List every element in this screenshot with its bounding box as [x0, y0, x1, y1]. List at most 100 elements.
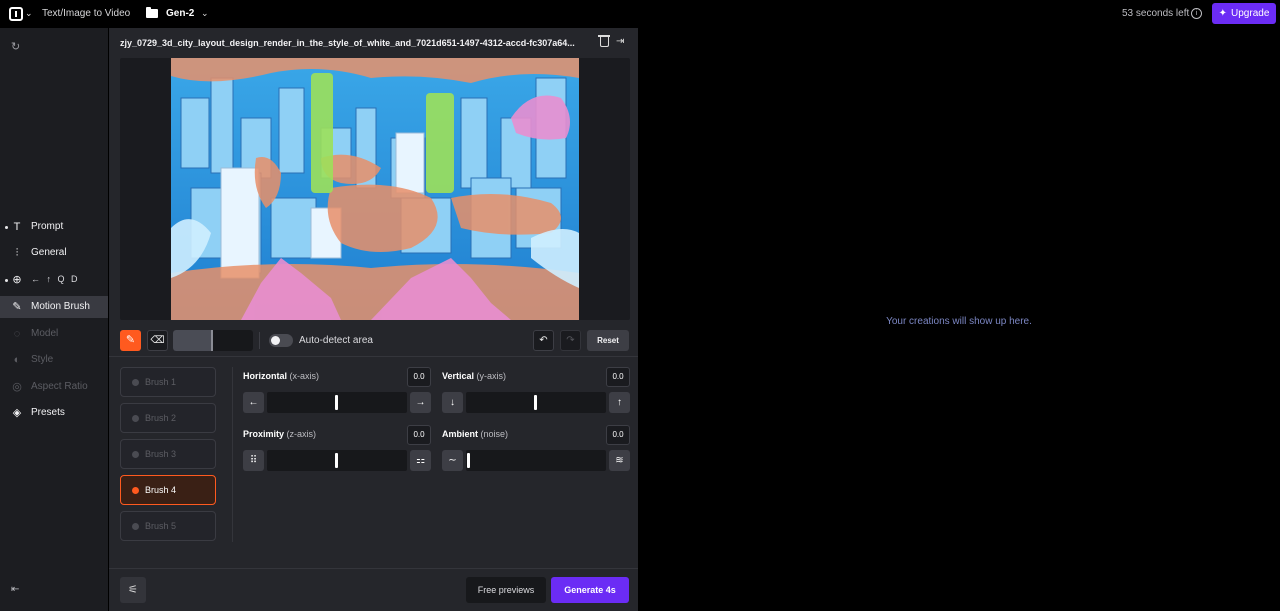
sidebar-item-label: Motion Brush: [31, 301, 90, 312]
param-sub: (y-axis): [476, 371, 507, 381]
arrow-right-icon[interactable]: →: [410, 392, 431, 413]
slider-thumb[interactable]: [335, 395, 338, 410]
arrow-down-icon[interactable]: ↓: [442, 392, 463, 413]
brush-tool-button[interactable]: ✎: [120, 330, 141, 351]
settings-sliders-icon[interactable]: ⚟: [120, 577, 146, 603]
reset-button[interactable]: Reset: [587, 330, 629, 351]
zoom-out-icon[interactable]: ⠿: [243, 450, 264, 471]
ambient-control: Ambient (noise) 0.0 ∼ ≋: [442, 425, 630, 475]
ambient-slider[interactable]: ∼ ≋: [442, 450, 630, 471]
brush-label: Brush 5: [145, 521, 177, 531]
camera-motion-summary: ← ↑ Q D: [31, 274, 80, 284]
proximity-control: Proximity (z-axis) 0.0 ⠿ ⚏: [243, 425, 431, 475]
slider-track[interactable]: [466, 392, 606, 413]
upgrade-button[interactable]: ✦ Upgrade: [1212, 3, 1276, 24]
proximity-slider[interactable]: ⠿ ⚏: [243, 450, 431, 471]
sidebar-item-prompt[interactable]: T Prompt: [0, 216, 108, 238]
sidebar-item-camera-motion[interactable]: ⊕ ← ↑ Q D: [0, 269, 108, 291]
sidebar-item-style[interactable]: ◐ Style: [0, 349, 108, 371]
vertical-divider: [232, 367, 233, 542]
layers-icon: ◈: [12, 407, 22, 419]
trash-icon[interactable]: [598, 35, 610, 47]
generate-button[interactable]: Generate 4s: [551, 577, 629, 603]
brush-label: Brush 3: [145, 449, 177, 459]
vertical-label: Vertical (y-axis): [442, 371, 506, 381]
source-image[interactable]: [171, 58, 579, 320]
brush-toolbar: ✎ ⌫ Auto-detect area ↶ ↷ Reset: [109, 328, 638, 355]
sidebar-item-label: Prompt: [31, 221, 64, 232]
section-divider: [109, 356, 638, 357]
slider-thumb[interactable]: [335, 453, 338, 468]
ambient-value[interactable]: 0.0: [606, 425, 630, 445]
proximity-label: Proximity (z-axis): [243, 429, 316, 439]
sidebar-item-motion-brush[interactable]: ✎ Motion Brush: [0, 296, 108, 318]
brush-2[interactable]: Brush 2: [120, 403, 216, 433]
free-previews-button[interactable]: Free previews: [466, 577, 546, 603]
brush-color-dot: [132, 451, 139, 458]
auto-detect-label: Auto-detect area: [299, 335, 373, 346]
auto-detect-toggle[interactable]: [269, 334, 293, 347]
proximity-value[interactable]: 0.0: [407, 425, 431, 445]
wave-low-icon[interactable]: ∼: [442, 450, 463, 471]
brush-1[interactable]: Brush 1: [120, 367, 216, 397]
brush-color-dot: [132, 487, 139, 494]
info-icon[interactable]: i: [1191, 8, 1202, 19]
footer-divider: [109, 568, 638, 569]
brush-color-dot: [132, 379, 139, 386]
brush-4[interactable]: Brush 4: [120, 475, 216, 505]
toolbar-divider: [259, 332, 260, 349]
param-name: Ambient: [442, 429, 478, 439]
horizontal-label: Horizontal (x-axis): [243, 371, 319, 381]
upgrade-label: Upgrade: [1231, 8, 1270, 19]
sidebar-item-model[interactable]: ◌ Model: [0, 323, 108, 345]
arrow-up-icon[interactable]: ↑: [609, 392, 630, 413]
slider-track[interactable]: [466, 450, 606, 471]
brush-canvas[interactable]: [120, 58, 630, 320]
param-sub: (noise): [480, 429, 509, 439]
empty-state-message: Your creations will show up here.: [886, 316, 1032, 327]
undo-button[interactable]: ↶: [533, 330, 554, 351]
zoom-in-icon[interactable]: ⚏: [410, 450, 431, 471]
vertical-control: Vertical (y-axis) 0.0 ↓ ↑: [442, 367, 630, 417]
vertical-value[interactable]: 0.0: [606, 367, 630, 387]
mode-label[interactable]: Text/Image to Video: [42, 8, 130, 19]
runway-logo-icon[interactable]: [9, 7, 23, 21]
horizontal-value[interactable]: 0.0: [407, 367, 431, 387]
brush-3[interactable]: Brush 3: [120, 439, 216, 469]
camera-motion-icon: ⊕: [12, 274, 22, 286]
slider-track[interactable]: [267, 450, 407, 471]
sidebar-item-general[interactable]: ⫶ General: [0, 242, 108, 264]
brush-size-fill: [173, 330, 213, 351]
redo-button[interactable]: ↷: [560, 330, 581, 351]
brush-color-dot: [132, 415, 139, 422]
slider-thumb[interactable]: [534, 395, 537, 410]
brush-size-slider[interactable]: [173, 330, 253, 351]
collapse-panel-icon[interactable]: ⇥: [616, 36, 624, 47]
project-name[interactable]: Gen-2: [166, 8, 194, 19]
toggle-knob: [271, 336, 280, 345]
chevron-down-icon[interactable]: ⌄: [201, 8, 209, 19]
arrow-left-icon[interactable]: ←: [243, 392, 264, 413]
vertical-slider[interactable]: ↓ ↑: [442, 392, 630, 413]
sidebar-item-presets[interactable]: ◈ Presets: [0, 402, 108, 424]
wave-high-icon[interactable]: ≋: [609, 450, 630, 471]
city-render-image: [171, 58, 579, 320]
horizontal-slider[interactable]: ← →: [243, 392, 431, 413]
sidebar-item-label: Style: [31, 354, 54, 365]
brush-5[interactable]: Brush 5: [120, 511, 216, 541]
sidebar-item-label: Model: [31, 328, 59, 339]
slider-track[interactable]: [267, 392, 407, 413]
param-name: Horizontal: [243, 371, 287, 381]
sidebar-item-aspect-ratio[interactable]: ◎ Aspect Ratio: [0, 376, 108, 398]
eraser-tool-button[interactable]: ⌫: [147, 330, 168, 351]
sidebar-item-label: General: [31, 247, 67, 258]
chevron-down-icon[interactable]: ⌄: [25, 8, 33, 19]
model-icon: ◌: [13, 328, 21, 340]
brush-label: Brush 1: [145, 377, 177, 387]
history-icon[interactable]: ↻: [11, 40, 20, 53]
top-bar: ⌄ Text/Image to Video Gen-2 ⌄ 53 seconds…: [0, 0, 1280, 28]
slider-thumb[interactable]: [467, 453, 470, 468]
collapse-sidebar-icon[interactable]: ⇤: [11, 584, 19, 595]
ambient-label: Ambient (noise): [442, 429, 508, 439]
aspect-ratio-icon: ◎: [12, 381, 22, 393]
